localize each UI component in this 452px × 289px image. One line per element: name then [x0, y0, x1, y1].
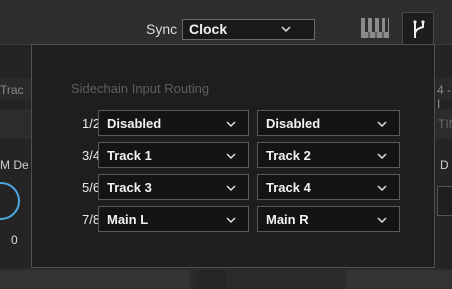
sync-label: Sync [146, 21, 178, 37]
routing-tab[interactable] [402, 12, 434, 44]
dropdown-value: Track 3 [107, 180, 152, 195]
bg-track-right-text: 4 - I [437, 83, 452, 111]
sync-dropdown[interactable]: Clock [182, 19, 315, 40]
dropdown-value: Disabled [266, 116, 321, 131]
sidechain-routing-popup: Sidechain Input Routing 1/2 Disabled Dis… [31, 44, 435, 268]
chevron-down-icon [377, 153, 387, 160]
dropdown-value: Track 4 [266, 180, 311, 195]
chevron-down-icon [377, 185, 387, 192]
bg-bottom-cell-left [0, 270, 190, 289]
bg-right-ting-text: TIN [438, 117, 452, 131]
sync-dropdown-value: Clock [189, 21, 228, 37]
bg-knob-value: 0 [11, 233, 18, 247]
routing-dropdown-7[interactable]: Main L [98, 206, 249, 232]
chevron-down-icon [226, 121, 236, 128]
routing-fork-icon [413, 20, 425, 38]
chevron-down-icon [377, 121, 387, 128]
dropdown-value: Main L [107, 212, 149, 227]
bg-right-d-text: D [440, 158, 449, 172]
routing-dropdown-4[interactable]: Track 2 [257, 142, 400, 168]
top-toolbar: Sync Clock [0, 0, 452, 45]
bg-knob[interactable] [0, 182, 20, 220]
dropdown-value: Track 2 [266, 148, 311, 163]
chevron-down-icon [281, 26, 291, 33]
routing-dropdown-6[interactable]: Track 4 [257, 174, 400, 200]
bg-bottom-cell-right [346, 270, 452, 289]
routing-dropdown-5[interactable]: Track 3 [98, 174, 249, 200]
routing-dropdown-2[interactable]: Disabled [257, 110, 400, 136]
routing-row-1-2: 1/2 Disabled Disabled [32, 110, 434, 136]
chevron-down-icon [226, 153, 236, 160]
routing-dropdown-3[interactable]: Track 1 [98, 142, 249, 168]
routing-row-3-4: 3/4 Track 1 Track 2 [32, 142, 434, 168]
bg-mode-text: M De [0, 158, 29, 172]
bg-left-panel [0, 109, 32, 139]
chevron-down-icon [226, 217, 236, 224]
routing-dropdown-8[interactable]: Main R [257, 206, 400, 232]
chevron-down-icon [377, 217, 387, 224]
plugin-window: Sync Clock Trac 4 - I TI M De D 0 Sidech… [0, 0, 452, 289]
chevron-down-icon [226, 185, 236, 192]
popup-title: Sidechain Input Routing [71, 81, 210, 96]
routing-row-5-6: 5/6 Track 3 Track 4 [32, 174, 434, 200]
dropdown-value: Track 1 [107, 148, 152, 163]
bg-bottom-cell-mid [196, 270, 226, 289]
dropdown-value: Disabled [107, 116, 162, 131]
routing-row-7-8: 7/8 Main L Main R [32, 206, 434, 232]
bg-right-box [437, 186, 452, 216]
piano-keyboard-icon[interactable] [360, 17, 390, 39]
bg-track-left-text: Trac [0, 83, 24, 97]
dropdown-value: Main R [266, 212, 309, 227]
routing-dropdown-1[interactable]: Disabled [98, 110, 249, 136]
